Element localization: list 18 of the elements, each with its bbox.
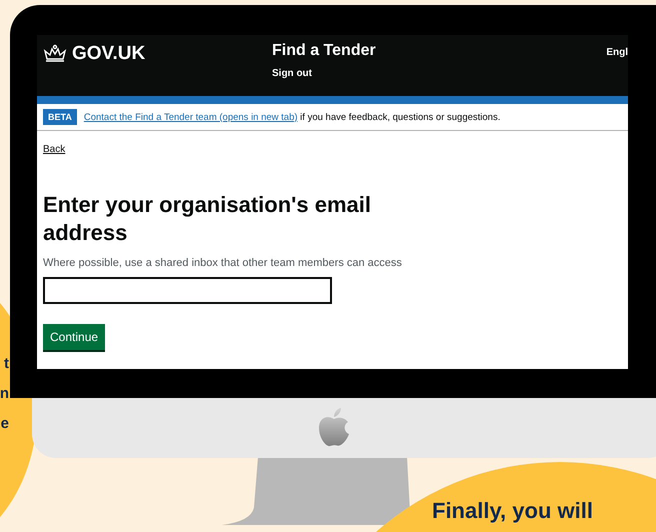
- sign-out-link[interactable]: Sign out: [272, 68, 376, 79]
- bubble-text: n: [0, 384, 9, 404]
- apple-icon: [317, 407, 351, 447]
- email-input-field[interactable]: [43, 277, 332, 304]
- bubble-text: e: [0, 414, 9, 434]
- language-link[interactable]: Engl: [606, 47, 628, 58]
- crown-icon: [43, 44, 67, 64]
- site-logo[interactable]: GOV.UK: [37, 35, 146, 67]
- feedback-text: Contact the Find a Tender team (opens in new tab) if you have feedback, questions or suggestions.: [84, 112, 500, 122]
- contact-link[interactable]: Contact the Find a Tender team (opens in new tab): [84, 112, 298, 122]
- service-name[interactable]: Find a Tender: [272, 42, 376, 60]
- phase-tag: BETA: [43, 109, 77, 125]
- bubble-text: t: [4, 354, 9, 374]
- back-link[interactable]: Back: [43, 144, 66, 155]
- hint-text: Where possible, use a shared inbox that other team members can access: [43, 257, 402, 269]
- continue-button[interactable]: Continue: [43, 324, 106, 350]
- page-heading: Enter your organisation's email address: [43, 191, 372, 247]
- bubble-text: Finally, you will: [432, 498, 593, 523]
